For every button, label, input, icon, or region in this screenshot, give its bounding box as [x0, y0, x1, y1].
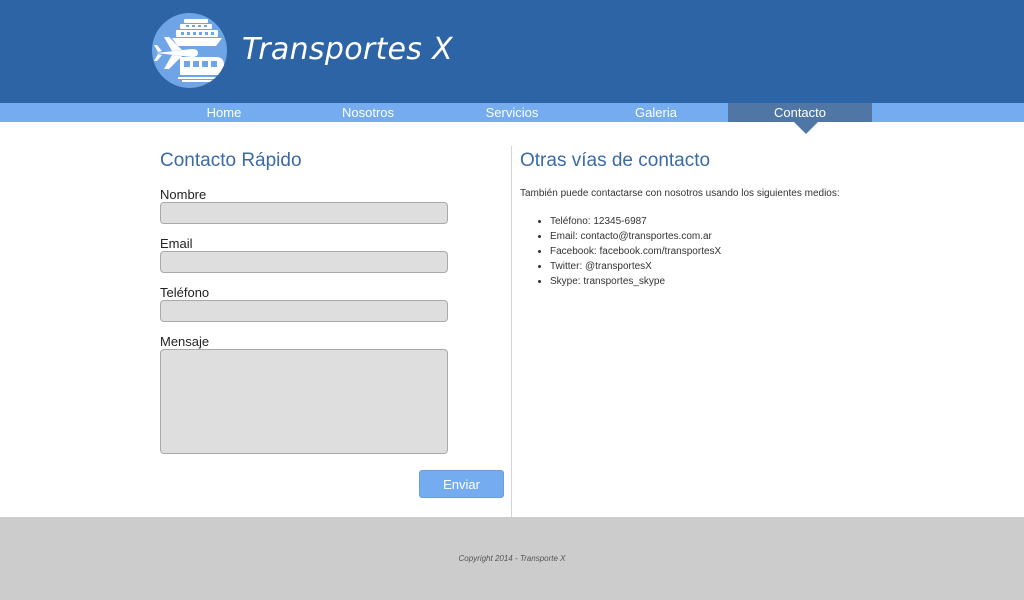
plane-ship-train-logo-icon[interactable] — [152, 13, 227, 88]
send-button[interactable]: Enviar — [419, 470, 504, 498]
nav-item-galeria[interactable]: Galeria — [584, 103, 728, 122]
active-indicator-arrow-icon — [794, 122, 818, 134]
mensaje-label: Mensaje — [160, 334, 210, 349]
mensaje-textarea[interactable] — [160, 349, 448, 454]
copyright-text: Copyright 2014 - Transporte X — [458, 554, 566, 563]
contact-item-skype: Skype: transportes_skype — [550, 274, 721, 289]
contact-list: Teléfono: 12345-6987 Email: contacto@tra… — [520, 214, 721, 289]
email-input[interactable] — [160, 251, 448, 273]
nombre-input[interactable] — [160, 202, 448, 224]
page: Transportes X Home Nosotros Servicios Ga… — [0, 0, 1024, 600]
telefono-label: Teléfono — [160, 285, 210, 300]
nombre-label: Nombre — [160, 187, 207, 202]
contact-item-telefono: Teléfono: 12345-6987 — [550, 214, 721, 229]
nav-item-contacto-label: Contacto — [773, 105, 827, 120]
nav-item-home[interactable]: Home — [152, 103, 296, 122]
form-title: Contacto Rápido — [160, 150, 302, 171]
email-label: Email — [160, 236, 193, 251]
site-header: Transportes X — [0, 0, 1024, 103]
column-divider — [511, 146, 512, 517]
contact-item-facebook: Facebook: facebook.com/transportesX — [550, 244, 721, 259]
telefono-input[interactable] — [160, 300, 448, 322]
other-contact-title: Otras vías de contacto — [520, 150, 711, 171]
site-footer: Copyright 2014 - Transporte X — [0, 517, 1024, 600]
main-nav: Home Nosotros Servicios Galeria Contacto — [0, 103, 1024, 134]
nav-item-contacto[interactable]: Contacto — [728, 103, 872, 134]
other-contact-intro: También puede contactarse con nosotros u… — [520, 188, 840, 199]
nav-item-servicios[interactable]: Servicios — [440, 103, 584, 122]
contact-item-twitter: Twitter: @transportesX — [550, 259, 721, 274]
contact-item-email: Email: contacto@transportes.com.ar — [550, 229, 721, 244]
site-title: Transportes X — [242, 32, 453, 67]
nav-item-nosotros[interactable]: Nosotros — [296, 103, 440, 122]
